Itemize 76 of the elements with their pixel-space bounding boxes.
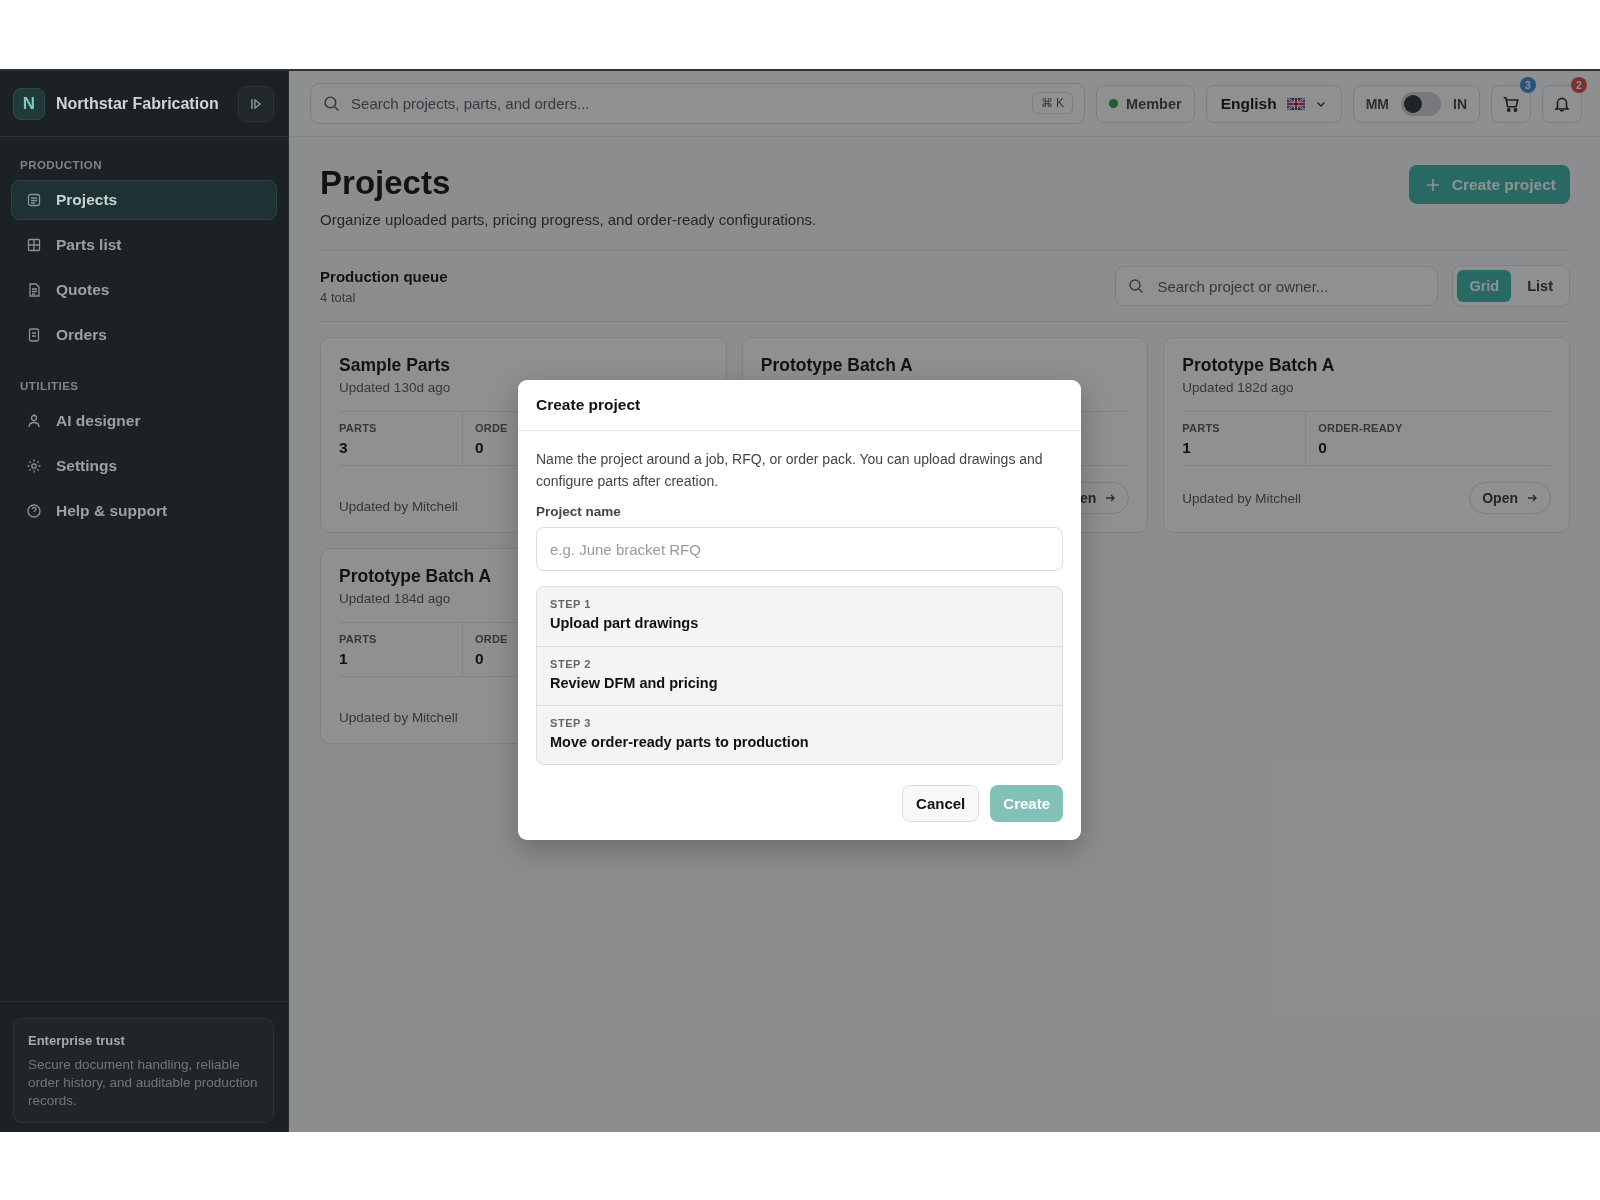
nav-item[interactable]: Quotes <box>11 270 278 310</box>
step-title: Move order-ready parts to production <box>550 734 810 750</box>
updated-by: Updated by Mitchell <box>339 710 458 725</box>
cancel-button[interactable]: Cancel <box>902 785 980 822</box>
section-title: Production queue <box>320 267 448 285</box>
settings-icon <box>26 458 42 474</box>
updated-by: Updated by Mitchell <box>1182 490 1301 506</box>
cart-count-badge: 3 <box>1520 76 1536 93</box>
nav-item[interactable]: Projects <box>11 180 278 220</box>
stat-value: 1 <box>339 650 348 668</box>
step-title: Upload part drawings <box>550 615 700 631</box>
project-title: Prototype Batch A <box>339 565 493 587</box>
stat-label: PARTS <box>339 422 377 434</box>
stat-label: ORDE <box>474 422 508 434</box>
step-number: STEP 2 <box>550 658 592 670</box>
dialog-description: Name the project around a job, RFQ, or order pack. You can upload drawings and configure parts after creation. <box>536 450 1044 491</box>
updated-by: Updated by Mitchell <box>339 499 458 514</box>
nav-item[interactable]: AI designer <box>11 401 278 441</box>
updated-time: Updated 182d ago <box>1182 380 1294 395</box>
collapse-sidebar-button[interactable] <box>238 85 275 122</box>
updated-time: Updated 184d ago <box>339 591 451 606</box>
stat-value: 0 <box>474 439 484 457</box>
page-subtitle: Organize uploaded parts, pricing progress, and order-ready configurations. <box>320 211 817 228</box>
nav-item[interactable]: Parts list <box>11 225 278 265</box>
step-title: Review DFM and pricing <box>550 675 719 691</box>
project-name-field[interactable]: e.g. June bracket RFQ <box>536 527 1063 571</box>
stat-value: 3 <box>339 439 348 457</box>
step-number: STEP 3 <box>550 717 592 729</box>
trust-card-title: Enterprise trust <box>28 1033 126 1048</box>
project-title: Prototype Batch A <box>760 354 914 376</box>
project-count: 4 total <box>320 289 357 305</box>
stat-label: ORDER-READY <box>1318 422 1403 434</box>
unit-switch[interactable] <box>1401 91 1441 116</box>
trust-card-text: Secure document handling, reliable order history, and auditable production records. <box>28 1056 259 1110</box>
updated-time: Updated 130d ago <box>339 380 451 395</box>
shortcut-hint: ⌘ K <box>1031 92 1074 114</box>
project-search-field[interactable]: Search project or owner... <box>1115 266 1439 306</box>
flag-icon <box>1286 97 1305 110</box>
page-title: Projects <box>320 163 452 203</box>
brand-name: Northstar Fabrication <box>56 94 220 113</box>
field-label: Project name <box>536 504 622 519</box>
arrow-right-icon <box>1104 492 1117 504</box>
help-icon <box>26 503 42 519</box>
plus-icon <box>1424 176 1441 193</box>
stat-label: ORDE <box>474 633 508 645</box>
unit-label: IN <box>1453 95 1467 112</box>
document-icon <box>26 192 42 208</box>
nav-section-heading: PRODUCTION <box>19 158 103 173</box>
arrow-right-icon <box>1526 492 1538 504</box>
search-icon <box>1128 278 1145 294</box>
nav-item[interactable]: Help & support <box>11 491 278 531</box>
step-number: STEP 1 <box>550 598 592 610</box>
view-toggle-tab[interactable]: List <box>1515 270 1565 302</box>
open-button[interactable]: Open <box>1469 482 1551 514</box>
nav-item[interactable]: Settings <box>11 446 278 486</box>
stat-value: 0 <box>1318 439 1327 457</box>
dialog-title: Create project <box>536 396 641 414</box>
brand-logo: N <box>13 87 45 120</box>
language-select[interactable]: English <box>1205 84 1342 123</box>
unit-label: MM <box>1365 95 1389 112</box>
role-badge[interactable]: Member <box>1096 84 1195 123</box>
stat-label: PARTS <box>1182 422 1220 434</box>
nav-item[interactable]: Orders <box>11 315 278 355</box>
search-icon <box>323 95 341 112</box>
stat-label: PARTS <box>339 633 377 645</box>
notification-count-badge: 2 <box>1571 76 1587 93</box>
clipboard-icon <box>26 327 42 343</box>
nav-section-heading: UTILITIES <box>19 379 80 394</box>
project-title: Prototype Batch A <box>1182 354 1336 376</box>
status-dot <box>1109 99 1119 108</box>
project-title: Sample Parts <box>339 354 451 376</box>
stat-value: 0 <box>474 650 484 668</box>
grid-icon <box>26 237 42 253</box>
stat-value: 1 <box>1182 439 1191 457</box>
cart-icon <box>1502 94 1520 113</box>
file-icon <box>26 282 42 298</box>
